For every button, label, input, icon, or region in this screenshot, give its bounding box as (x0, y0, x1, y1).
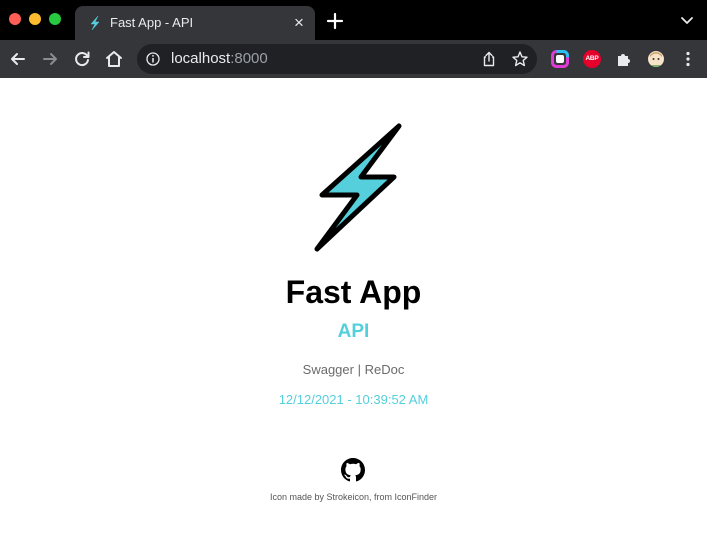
browser-tabstrip: Fast App - API × (0, 0, 707, 40)
reload-icon[interactable] (72, 49, 92, 69)
lightning-favicon-icon (90, 15, 100, 31)
address-bar[interactable]: localhost:8000 (137, 44, 537, 74)
color-extension-icon[interactable] (551, 50, 569, 68)
icon-credit: Icon made by Strokeicon, from IconFinder (0, 491, 707, 503)
credit-source-link[interactable]: IconFinder (395, 492, 438, 502)
address-port: :8000 (230, 50, 268, 67)
browser-toolbar: localhost:8000 ABP (0, 40, 707, 78)
window-minimize-button[interactable] (29, 13, 41, 25)
credit-author-link[interactable]: Strokeicon (326, 492, 369, 502)
forward-arrow-icon[interactable] (40, 49, 60, 69)
home-icon[interactable] (104, 49, 124, 69)
redoc-link[interactable]: ReDoc (365, 362, 405, 377)
page-content: Fast App API Swagger | ReDoc 12/12/2021 … (0, 78, 707, 560)
window-maximize-button[interactable] (49, 13, 61, 25)
swagger-link[interactable]: Swagger (303, 362, 354, 377)
more-menu-icon[interactable] (679, 50, 697, 68)
address-host: localhost (171, 50, 231, 67)
window-close-button[interactable] (9, 13, 21, 25)
credit-prefix: Icon made by (269, 492, 327, 502)
page-subtitle: API (337, 321, 370, 342)
datetime-text: 12/12/2021 - 10:39:52 AM (278, 392, 429, 407)
docs-links: Swagger | ReDoc (0, 362, 707, 378)
link-separator: | (353, 362, 365, 377)
bookmark-star-icon[interactable] (511, 50, 529, 68)
adblock-plus-icon[interactable]: ABP (583, 50, 601, 68)
page-title: Fast App (285, 274, 422, 310)
profile-avatar-icon[interactable] (647, 50, 665, 68)
back-arrow-icon[interactable] (8, 49, 28, 69)
chevron-down-icon[interactable] (679, 12, 695, 28)
share-icon[interactable] (481, 51, 497, 67)
tab-fast-app[interactable]: Fast App - API × (75, 6, 315, 40)
site-info-icon[interactable] (146, 52, 160, 66)
tab-close-icon[interactable]: × (290, 14, 308, 32)
lightning-bolt-logo-icon (314, 123, 402, 252)
credit-middle: , from (369, 492, 395, 502)
address-text[interactable]: localhost:8000 (171, 51, 268, 67)
github-icon[interactable] (341, 458, 365, 482)
new-tab-plus-icon[interactable] (325, 11, 345, 31)
tab-title: Fast App - API (110, 15, 194, 30)
extensions-puzzle-icon[interactable] (615, 50, 633, 68)
